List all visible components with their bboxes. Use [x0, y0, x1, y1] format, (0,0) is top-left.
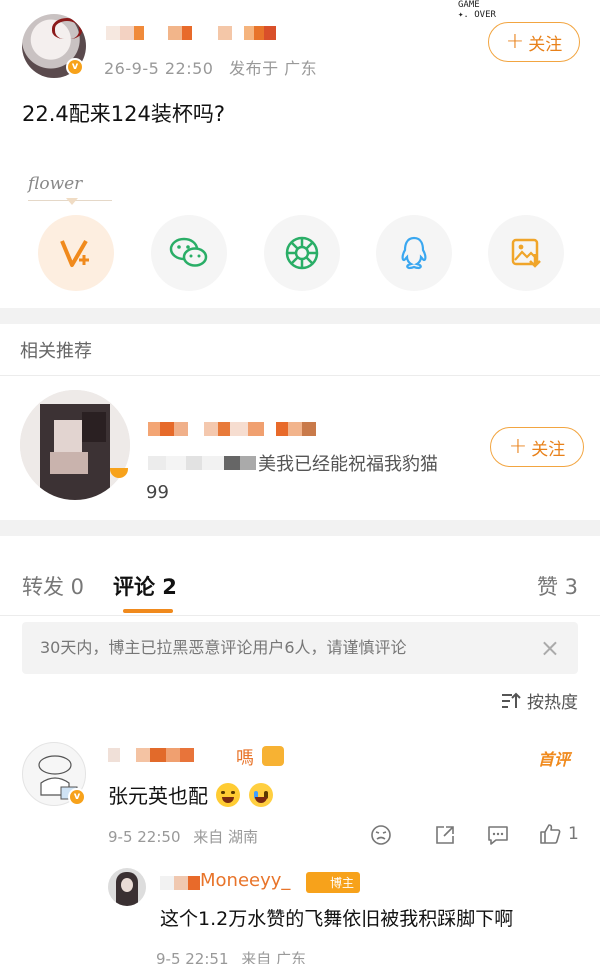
follow-button[interactable]: + 关注: [488, 22, 580, 62]
related-user-card[interactable]: 美我已经能祝福我豹猫 99 + 关注: [0, 376, 600, 520]
reply-button[interactable]: [486, 824, 510, 846]
crying-emoji-icon: [248, 783, 273, 807]
related-desc-redacted: [148, 456, 256, 470]
verified-badge-icon: v: [66, 58, 84, 76]
comment-text-row: 张元英也配: [108, 780, 273, 809]
reply-text: 这个1.2万水赞的飞舞依旧被我积踩脚下啊: [160, 908, 514, 930]
laugh-cry-emoji-icon: [216, 783, 241, 807]
blocked-users-notice: 30天内，博主已拉黑恶意评论用户6人，请谨慎评论 ×: [22, 622, 578, 674]
save-image-icon: [511, 238, 541, 268]
author-badge-label: 博主: [330, 876, 355, 890]
qq-button[interactable]: [376, 215, 452, 291]
comment-text: 张元英也配: [108, 784, 208, 808]
v-plus-icon: [60, 239, 89, 267]
plus-icon: +: [508, 434, 528, 459]
section-gap: [0, 308, 600, 324]
flower-label: flower: [28, 174, 83, 194]
save-image-button[interactable]: [488, 215, 564, 291]
comment-bubble-icon: [488, 826, 508, 845]
share-icon: [436, 826, 454, 844]
reply-meta: 9-5 22:51 来自 广东: [156, 948, 306, 964]
related-desc: 美我已经能祝福我豹猫: [258, 454, 438, 475]
tab-likes[interactable]: 赞 3: [537, 571, 578, 601]
tab-repost[interactable]: 转发 0: [22, 571, 84, 601]
section-gap: [0, 520, 600, 536]
reply-timestamp: 9-5 22:51: [156, 950, 229, 964]
share-row: [0, 215, 600, 291]
frown-icon: [371, 825, 391, 845]
tab-comments[interactable]: 评论 2: [113, 571, 177, 601]
related-follow-button[interactable]: + 关注: [490, 427, 584, 467]
sticker-line1: GAME: [458, 0, 480, 10]
comment-meta: 9-5 22:50 来自 湖南: [108, 826, 258, 847]
post-meta: 26-9-5 22:50 发布于 广东: [104, 55, 317, 79]
commenter-name-redacted[interactable]: [108, 748, 206, 762]
comment-verified-icon: v: [68, 788, 86, 806]
vip-crown-icon: [262, 746, 284, 766]
wechat-button[interactable]: [151, 215, 227, 291]
reply-name-suffix: Moneeyy_: [200, 870, 291, 891]
author-badge: 博主: [306, 872, 361, 893]
share-comment-button[interactable]: [434, 824, 456, 846]
notice-text: 30天内，博主已拉黑恶意评论用户6人，请谨慎评论: [40, 638, 407, 657]
avatar-face: [121, 878, 133, 892]
sort-icon: [502, 692, 521, 708]
post-timestamp: 26-9-5 22:50: [104, 59, 214, 78]
thumbs-up-icon: [540, 824, 561, 844]
related-desc-row: 美我已经能祝福我豹猫: [148, 450, 438, 476]
sort-label: 按热度: [527, 693, 578, 713]
qq-icon: [401, 236, 427, 270]
v-plus-button[interactable]: [38, 215, 114, 291]
wechat-icon: [169, 237, 208, 267]
reply-avatar[interactable]: [108, 868, 146, 906]
related-avatar[interactable]: [20, 390, 130, 500]
follow-label: 关注: [528, 34, 563, 55]
post-text: 22.4配来124装杯吗?: [22, 102, 225, 126]
tab-bar: 转发 0 评论 2 赞 3: [0, 536, 600, 616]
dislike-button[interactable]: [370, 824, 392, 846]
plus-icon: +: [505, 29, 525, 54]
reply-location: 来自 广东: [241, 950, 307, 964]
post-card: v 26-9-5 22:50 发布于 广东 GAME ✦. OVER + 关注 …: [0, 0, 600, 308]
author-name-redacted[interactable]: [106, 26, 276, 40]
related-title: 相关推荐: [0, 324, 600, 376]
sort-toggle[interactable]: 按热度: [501, 688, 578, 713]
related-name-redacted[interactable]: [148, 422, 316, 436]
related-count: 99: [146, 482, 169, 503]
commenter-name-suffix: 嗎: [236, 748, 254, 769]
moments-icon: [285, 236, 319, 270]
close-icon[interactable]: ×: [540, 622, 560, 674]
moments-button[interactable]: [264, 215, 340, 291]
like-count: 1: [568, 824, 579, 844]
active-tab-indicator: [123, 609, 173, 613]
like-button[interactable]: 1: [538, 822, 579, 846]
caret-down-icon: [66, 198, 78, 205]
related-follow-label: 关注: [531, 439, 566, 460]
comment-timestamp: 9-5 22:50: [108, 828, 181, 846]
first-comment-badge: 首评: [537, 750, 570, 769]
post-location: 发布于 广东: [229, 59, 318, 78]
sticker-line2: ✦. OVER: [458, 10, 496, 20]
comment-location: 来自 湖南: [193, 828, 259, 846]
reply-name-redacted[interactable]: [160, 876, 200, 890]
